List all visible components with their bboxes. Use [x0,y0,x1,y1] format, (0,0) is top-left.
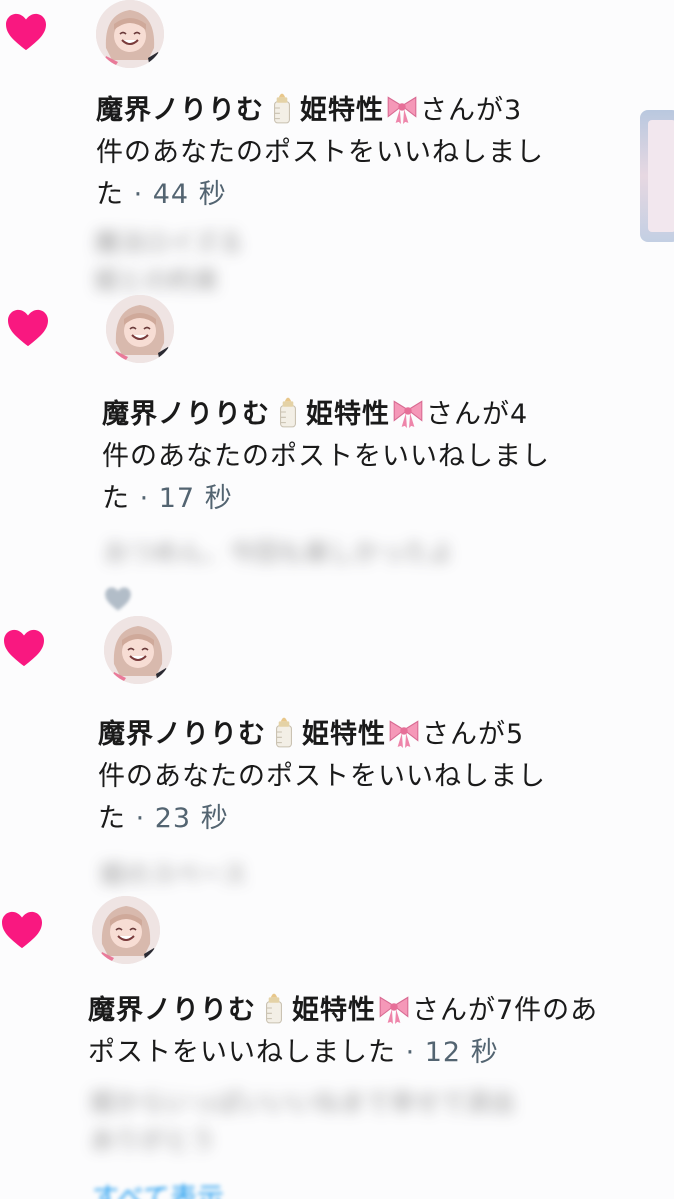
baby-bottle-icon [276,717,292,748]
post-preview-line1: 魔法ロイズる [94,228,244,257]
ribbon-icon [393,400,423,428]
timestamp: · 17 秒 [139,483,233,514]
notification-text: 魔界ノりりむ 姫特性 さんが4 件のあなたのポストをいいねしまし た · 17 秒 [102,394,550,520]
timestamp: · 23 秒 [135,803,229,834]
user-name-suffix: 姫特性 [306,399,390,430]
notification-text: 魔界ノりりむ 姫特性 さんが5 件のあなたのポストをいいねしまし た · 23 秒 [98,714,546,840]
notification-item[interactable]: 魔界ノりりむ 姫特性 さんが3 件のあなたのポストをいいねしまし た · 44 秒 … [0,0,674,300]
notification-line1-tail: さんが4 [426,399,529,430]
avatar[interactable] [96,0,164,68]
notification-line3: た [98,803,126,834]
avatar-image [96,0,164,68]
notification-line1-tail: さんが5 [422,719,525,750]
timestamp: · 44 秒 [133,179,227,210]
heart-icon [6,13,46,51]
post-preview-line1: 姫からいっぱいいいねまで幸せで涙出 [90,1088,516,1117]
baby-bottle-icon [280,397,296,428]
avatar[interactable] [104,616,172,684]
avatar[interactable] [106,295,174,363]
post-preview[interactable]: 姫からいっぱいいいねまで幸せで涙出 ありがとう [90,1084,515,1160]
avatar-image [104,616,172,684]
notification-item[interactable]: 魔界ノりりむ 姫特性 さんが7件のあ ポストをいいねしました · 12 秒 姫からい… [0,896,674,1199]
heart-icon [4,629,44,667]
heart-icon [8,309,48,347]
notification-text: 魔界ノりりむ 姫特性 さんが7件のあ ポストをいいねしました · 12 秒 [88,990,598,1074]
user-name-suffix: 姫特性 [300,95,384,126]
notifications-page: 魔界ノりりむ 姫特性 さんが3 件のあなたのポストをいいねしまし た · 44 秒 … [0,0,674,1199]
notification-line2: 件のあなたのポストをいいねしまし [98,761,546,792]
post-preview[interactable]: 姫のスペース [100,856,247,894]
ribbon-icon [389,720,419,748]
post-preview[interactable]: 魔法ロイズる 姫との約束 [94,224,243,300]
notification-line3: た [102,483,130,514]
avatar[interactable] [92,896,160,964]
user-name[interactable]: 魔界ノりりむ [88,995,256,1026]
post-preview-line1: 姫のスペース [100,860,248,889]
post-preview-line1: おつめん、今回も楽しかったよ [104,538,455,567]
notification-line2: 件のあなたのポストをいいねしまし [96,137,544,168]
notification-line1-tail: さんが3 [420,95,523,126]
timestamp: · 12 秒 [405,1037,499,1068]
avatar-image [106,295,174,363]
notification-item[interactable]: 魔界ノりりむ 姫特性 さんが5 件のあなたのポストをいいねしまし た · 23 秒 … [0,616,674,900]
notification-line2: 件のあなたのポストをいいねしまし [102,441,550,472]
notification-line1-tail: さんが7件のあ [412,995,599,1026]
user-name[interactable]: 魔界ノりりむ [102,399,270,430]
baby-bottle-icon [266,993,282,1024]
ribbon-icon [379,996,409,1024]
user-name-suffix: 姫特性 [292,995,376,1026]
post-preview-line2: 姫との約束 [94,266,219,295]
post-preview-line2: ありがとう [90,1126,216,1155]
notification-line2: ポストをいいねしました [88,1037,396,1068]
user-name[interactable]: 魔界ノりりむ [98,719,266,750]
user-name-suffix: 姫特性 [302,719,386,750]
notification-line3: た [96,179,124,210]
heart-icon [105,587,131,611]
post-preview[interactable]: おつめん、今回も楽しかったよ [104,534,454,572]
notification-text: 魔界ノりりむ 姫特性 さんが3 件のあなたのポストをいいねしまし た · 44 秒 [96,90,544,216]
ribbon-icon [387,96,417,124]
heart-icon [2,911,42,949]
baby-bottle-icon [274,93,290,124]
show-all-link[interactable]: すべて表示 [92,1176,224,1199]
avatar-image [92,896,160,964]
notification-item[interactable]: 魔界ノりりむ 姫特性 さんが4 件のあなたのポストをいいねしまし た · 17 秒 … [0,295,674,620]
user-name[interactable]: 魔界ノりりむ [96,95,264,126]
